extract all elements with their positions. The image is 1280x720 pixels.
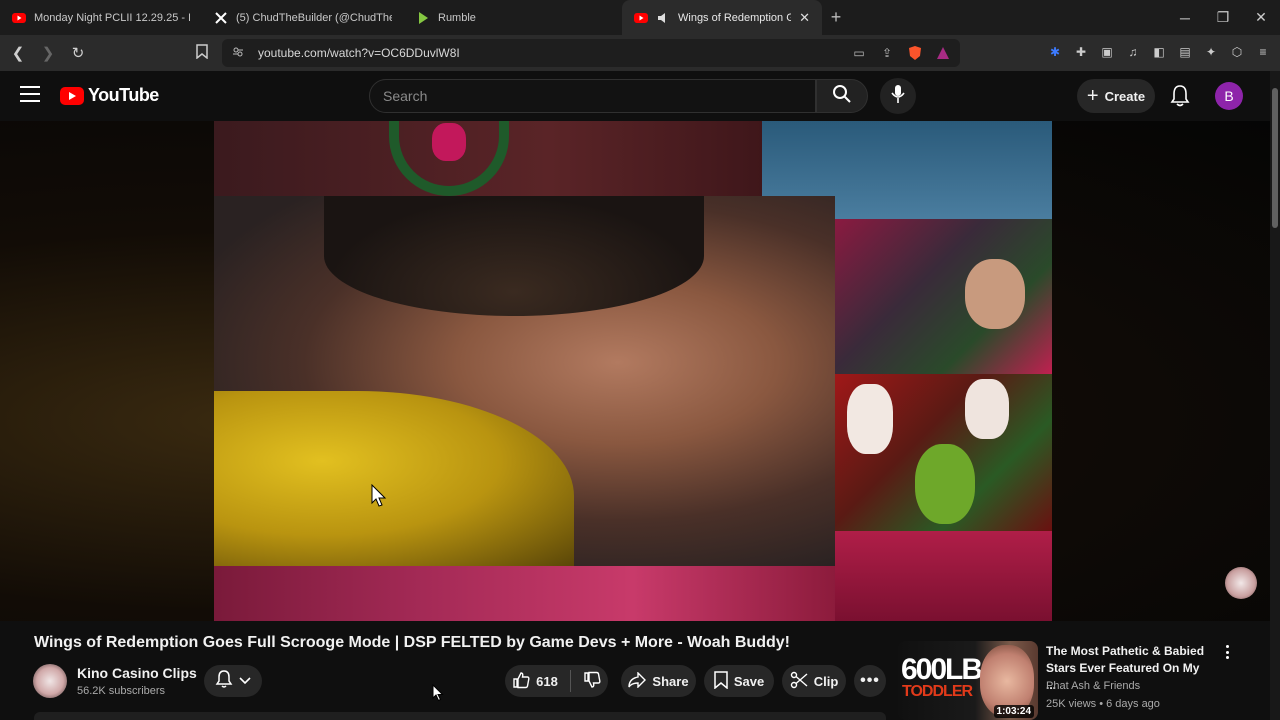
back-icon[interactable]: ❮	[6, 44, 30, 62]
save-label: Save	[733, 673, 765, 689]
site-settings-icon[interactable]	[232, 46, 244, 61]
vpn-icon[interactable]: ✱	[1046, 43, 1064, 61]
recommended-thumbnail[interactable]: 600LB TODDLER 1:03:24	[898, 641, 1038, 720]
speaker-icon[interactable]	[656, 11, 670, 25]
youtube-logo-icon	[60, 86, 84, 105]
url-text: youtube.com/watch?v=OC6DDuvlW8I	[258, 46, 460, 60]
tab-search-icon[interactable]: ▣	[1098, 43, 1116, 61]
x-icon	[214, 11, 228, 25]
more-horizontal-icon: •••	[860, 672, 880, 689]
search-box[interactable]	[369, 79, 816, 113]
browser-tab-2[interactable]: (5) ChudTheBuilder (@ChudTheBuild	[202, 0, 404, 35]
youtube-logo-text: YouTube	[88, 85, 159, 105]
tab-title: Monday Night PCLII 12.29.25 - Perry	[34, 11, 190, 24]
search-input[interactable]	[383, 88, 815, 104]
forward-icon[interactable]: ❯	[36, 44, 60, 62]
channel-watermark[interactable]	[1225, 567, 1257, 599]
chevron-down-icon	[239, 672, 251, 690]
recommended-meta: 25K views • 6 days ago	[1046, 698, 1160, 710]
browser-tab-strip: Monday Night PCLII 12.29.25 - Perry (5) …	[0, 0, 1280, 35]
menu-icon[interactable]: ≡	[1254, 43, 1272, 61]
address-bar[interactable]: youtube.com/watch?v=OC6DDuvlW8I ▭ ⇪	[222, 39, 960, 67]
more-vertical-icon[interactable]	[1219, 643, 1235, 661]
minimize-icon[interactable]: ─	[1166, 10, 1204, 26]
mouse-cursor-icon	[432, 683, 444, 707]
channel-avatar[interactable]	[33, 664, 67, 698]
voice-search-button[interactable]	[880, 78, 916, 114]
video-title: Wings of Redemption Goes Full Scrooge Mo…	[34, 634, 790, 651]
share-page-icon[interactable]: ⇪	[878, 44, 896, 62]
youtube-header: YouTube + Create B	[0, 71, 1280, 121]
subscribed-button[interactable]	[204, 665, 262, 697]
subscriber-count: 56.2K subscribers	[77, 685, 166, 697]
browser-tab-1[interactable]: Monday Night PCLII 12.29.25 - Perry	[0, 0, 202, 35]
like-count[interactable]: 618	[536, 674, 558, 689]
cast-icon[interactable]: ▭	[850, 44, 868, 62]
share-button[interactable]: Share	[621, 665, 696, 697]
browser-toolbar: ❮ ❯ ↻ youtube.com/watch?v=OC6DDuvlW8I ▭ …	[0, 35, 1280, 71]
youtube-logo[interactable]: YouTube	[60, 85, 159, 106]
restore-icon[interactable]: ❐	[1204, 9, 1242, 26]
video-frame-bow	[432, 123, 466, 161]
share-label: Share	[652, 673, 689, 689]
extensions-icon[interactable]: ✚	[1072, 43, 1090, 61]
browser-tab-4[interactable]: Wings of Redemption Goes F ✕	[622, 0, 822, 35]
wallet-icon[interactable]: ▤	[1176, 43, 1194, 61]
plus-icon: +	[1086, 84, 1099, 107]
leo-ai-icon[interactable]: ✦	[1202, 43, 1220, 61]
window-controls: ─ ❐ ✕	[1166, 0, 1280, 35]
close-tab-icon[interactable]: ✕	[799, 10, 810, 26]
save-button[interactable]: Save	[704, 665, 774, 697]
create-label: Create	[1104, 88, 1146, 104]
search-icon	[832, 84, 852, 109]
like-icon[interactable]	[512, 671, 530, 692]
channel-name[interactable]: Kino Casino Clips	[77, 665, 197, 681]
brave-vpn-icon[interactable]: ⬡	[1228, 43, 1246, 61]
video-frame-gifts-right	[835, 531, 1052, 621]
brave-rewards-icon[interactable]	[934, 44, 952, 62]
scrollbar-thumb[interactable]	[1272, 88, 1278, 228]
extension-toolbar: ✱ ✚ ▣ ♫ ◧ ▤ ✦ ⬡ ≡	[1046, 43, 1272, 61]
video-frame-shirt	[214, 391, 574, 566]
bookmark-icon[interactable]	[196, 44, 208, 62]
scissors-icon	[790, 671, 808, 692]
music-icon[interactable]: ♫	[1124, 43, 1142, 61]
tab-title: Rumble	[438, 11, 476, 24]
youtube-icon	[12, 11, 26, 25]
description-box-top[interactable]	[34, 712, 886, 720]
video-player[interactable]	[214, 121, 1052, 621]
recommended-channel[interactable]: Phat Ash & Friends	[1046, 680, 1140, 692]
avatar[interactable]: B	[1215, 82, 1243, 110]
dislike-icon[interactable]	[583, 671, 601, 692]
more-actions-button[interactable]: •••	[854, 665, 886, 697]
video-frame-hair	[324, 196, 704, 316]
reload-icon[interactable]: ↻	[66, 44, 90, 62]
video-frame-webcam-host	[835, 219, 1052, 374]
bookmark-icon	[714, 670, 728, 692]
search-button[interactable]	[816, 79, 868, 113]
tab-title: Wings of Redemption Goes F	[678, 11, 792, 24]
tab-title: (5) ChudTheBuilder (@ChudTheBuild	[236, 11, 392, 24]
youtube-icon	[634, 11, 648, 25]
brave-shield-icon[interactable]	[906, 44, 924, 62]
create-button[interactable]: + Create	[1077, 79, 1155, 113]
video-frame-main-feed	[214, 196, 835, 566]
video-frame-webcam-guests	[835, 374, 1052, 531]
like-dislike-group: 618	[505, 665, 608, 697]
notifications-icon[interactable]	[1169, 84, 1191, 113]
clip-button[interactable]: Clip	[782, 665, 846, 697]
browser-tab-3[interactable]: Rumble	[404, 0, 606, 35]
duration-badge: 1:03:24	[993, 705, 1034, 718]
share-icon	[628, 670, 647, 691]
microphone-icon	[891, 84, 905, 109]
thumbnail-subtext: TODDLER	[902, 683, 973, 700]
rumble-icon	[416, 11, 430, 25]
clip-label: Clip	[813, 673, 839, 689]
guide-menu-icon[interactable]	[20, 86, 40, 107]
new-tab-icon[interactable]: +	[822, 7, 850, 28]
close-window-icon[interactable]: ✕	[1242, 9, 1280, 26]
sidebar-icon[interactable]: ◧	[1150, 43, 1168, 61]
thumbnail-text: 600LB	[901, 653, 983, 686]
bell-icon	[215, 669, 233, 694]
